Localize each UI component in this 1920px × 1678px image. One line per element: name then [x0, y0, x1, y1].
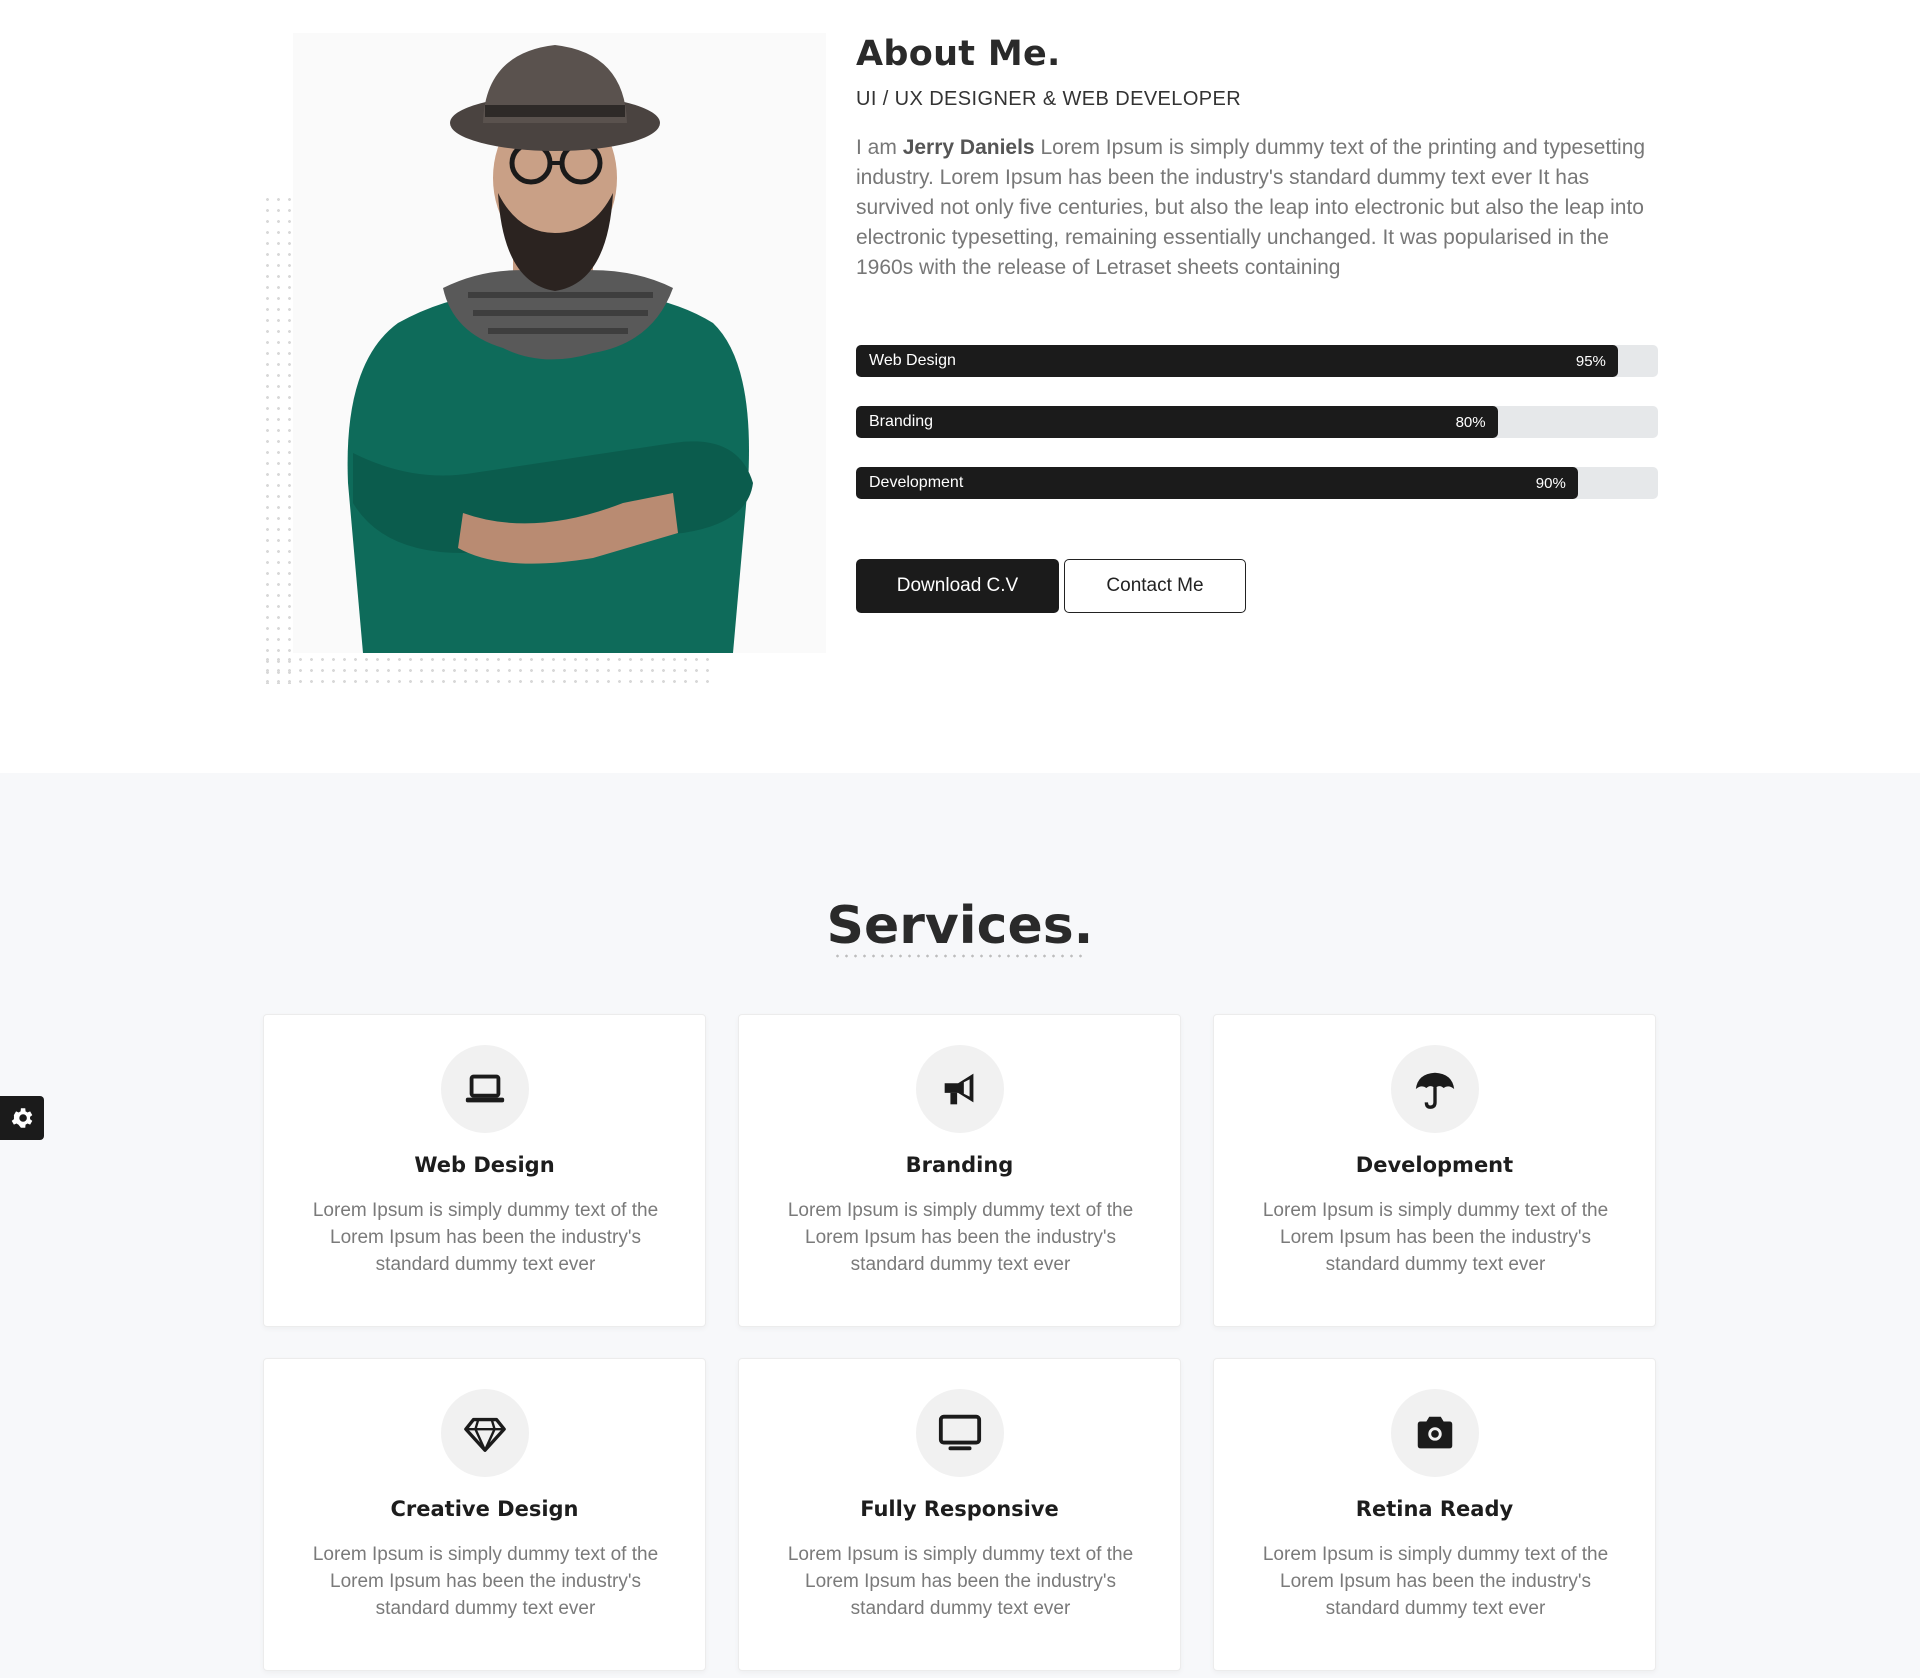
service-card-fully-responsive: Fully Responsive Lorem Ipsum is simply d… [738, 1358, 1181, 1671]
service-description: Lorem Ipsum is simply dummy text of the … [787, 1544, 1134, 1619]
service-title: Web Design [414, 1153, 555, 1177]
skill-fill: Development 90% [856, 467, 1578, 499]
skills-list: Web Design 95% Branding 80% Development … [856, 345, 1658, 528]
service-description: Lorem Ipsum is simply dummy text of the … [787, 1200, 1134, 1275]
umbrella-icon [1391, 1045, 1479, 1133]
settings-toggle-button[interactable] [0, 1096, 44, 1140]
laptop-icon [441, 1045, 529, 1133]
service-card-branding: Branding Lorem Ipsum is simply dummy tex… [738, 1014, 1181, 1327]
gear-icon [11, 1108, 33, 1128]
dot-pattern-decoration [262, 654, 717, 684]
skill-name: Development [869, 474, 964, 491]
megaphone-icon [916, 1045, 1004, 1133]
service-card-development: Development Lorem Ipsum is simply dummy … [1213, 1014, 1656, 1327]
skill-name: Branding [869, 413, 934, 430]
skill-fill: Web Design 95% [856, 345, 1618, 377]
service-description: Lorem Ipsum is simply dummy text of the … [1262, 1200, 1609, 1275]
camera-icon [1391, 1389, 1479, 1477]
services-title: Services. [826, 896, 1094, 956]
skill-bar-development: Development 90% [856, 467, 1658, 499]
service-title: Fully Responsive [860, 1497, 1059, 1521]
service-title: Retina Ready [1355, 1497, 1514, 1521]
about-subtitle: UI / UX DESIGNER & WEB DEVELOPER [856, 88, 1242, 110]
title-underline-decoration [833, 953, 1087, 959]
intro-prefix: I am [856, 136, 897, 159]
services-section: Services. Web Design Lorem Ipsum is simp… [0, 773, 1920, 1678]
skill-fill: Branding 80% [856, 406, 1498, 438]
person-name: Jerry Daniels [902, 136, 1035, 159]
about-title: About Me. [856, 34, 1061, 74]
skill-bar-web-design: Web Design 95% [856, 345, 1658, 377]
diamond-icon [441, 1389, 529, 1477]
service-card-web-design: Web Design Lorem Ipsum is simply dummy t… [263, 1014, 706, 1327]
skill-bar-branding: Branding 80% [856, 406, 1658, 438]
service-card-creative-design: Creative Design Lorem Ipsum is simply du… [263, 1358, 706, 1671]
service-description: Lorem Ipsum is simply dummy text of the … [312, 1200, 659, 1275]
service-title: Development [1355, 1153, 1514, 1177]
download-cv-button[interactable]: Download C.V [856, 559, 1059, 613]
service-description: Lorem Ipsum is simply dummy text of the … [312, 1544, 659, 1619]
about-section: About Me. UI / UX DESIGNER & WEB DEVELOP… [0, 0, 1920, 773]
skill-percent: 95% [1575, 353, 1606, 370]
about-content: About Me. UI / UX DESIGNER & WEB DEVELOP… [856, 34, 1658, 283]
about-paragraph: I am Jerry Daniels Lorem Ipsum is simply… [856, 133, 1658, 283]
service-description: Lorem Ipsum is simply dummy text of the … [1262, 1544, 1609, 1619]
profile-photo [293, 33, 826, 653]
service-card-retina-ready: Retina Ready Lorem Ipsum is simply dummy… [1213, 1358, 1656, 1671]
skill-percent: 80% [1455, 414, 1486, 431]
skill-name: Web Design [869, 352, 956, 369]
skill-percent: 90% [1535, 475, 1566, 492]
service-title: Creative Design [390, 1497, 579, 1521]
service-title: Branding [905, 1153, 1014, 1177]
desktop-icon [916, 1389, 1004, 1477]
dot-pattern-decoration [262, 194, 292, 684]
contact-me-button[interactable]: Contact Me [1064, 559, 1246, 613]
